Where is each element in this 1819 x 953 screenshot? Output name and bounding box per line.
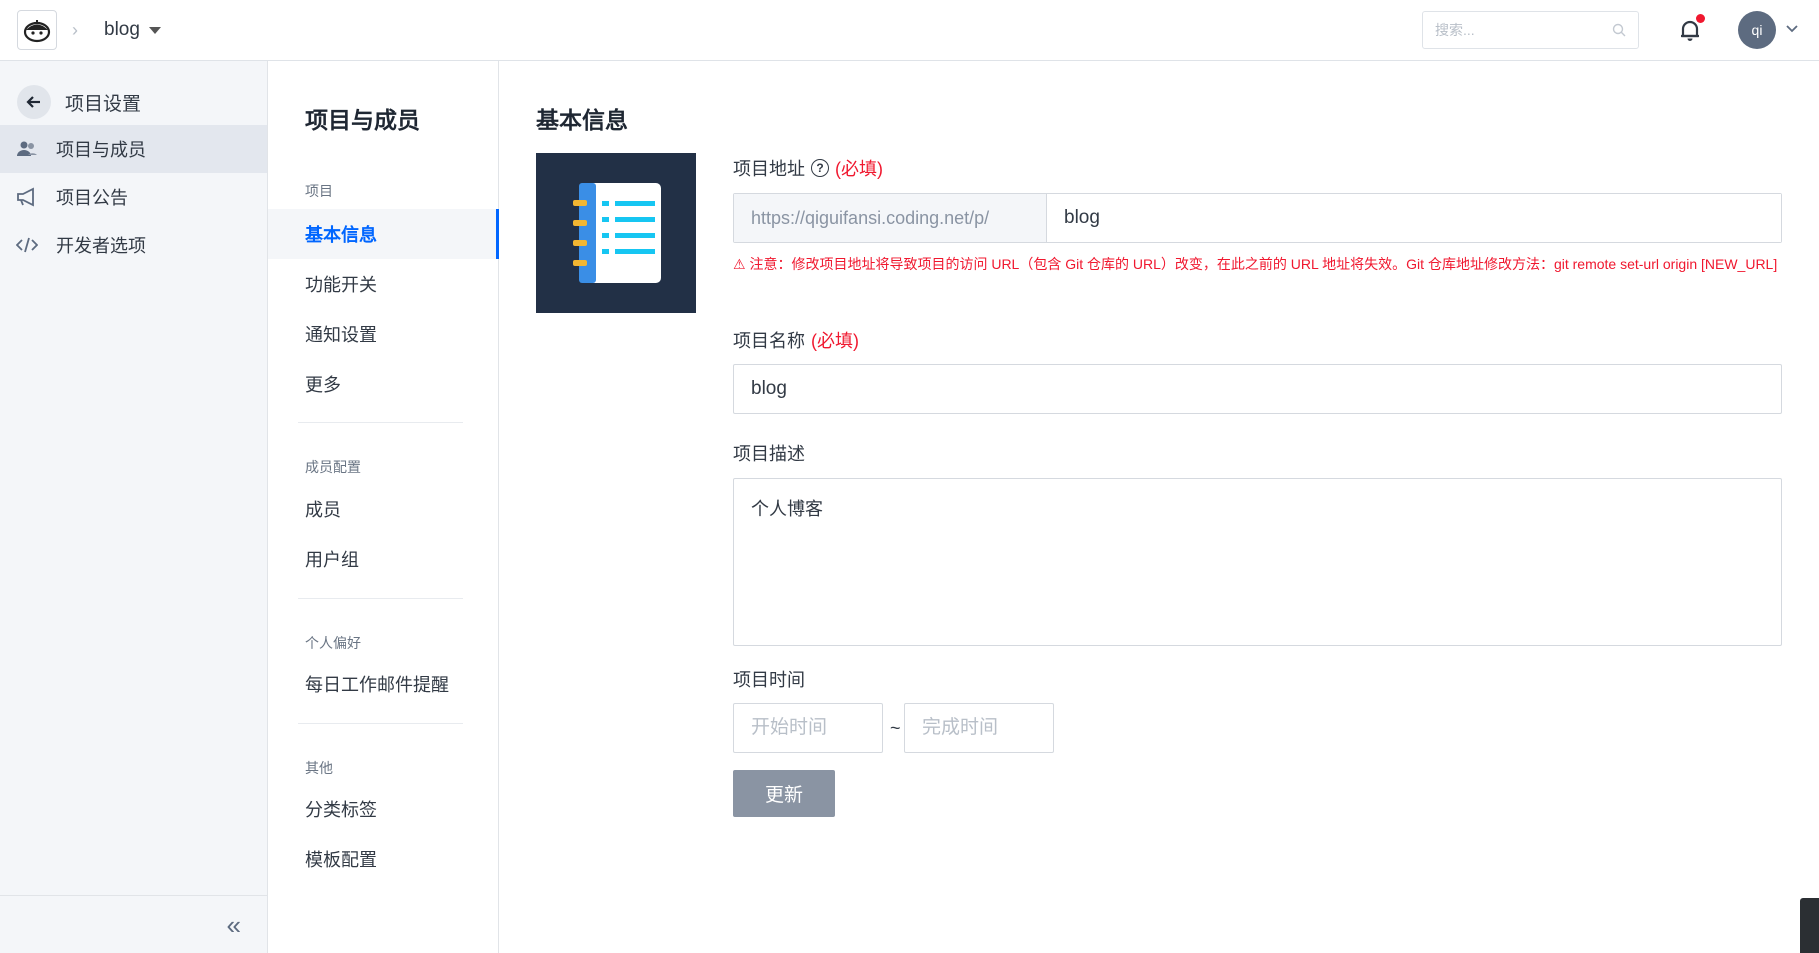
project-address-label: 项目地址 ? (必填): [733, 155, 883, 181]
project-switcher-label: blog: [104, 19, 140, 40]
subnav-item-notifications[interactable]: 通知设置: [268, 309, 499, 359]
date-range-separator: ~: [890, 718, 901, 738]
end-date-input[interactable]: [904, 703, 1054, 753]
url-prefix: https://qiguifansi.coding.net/p/: [734, 194, 1047, 242]
required-marker: (必填): [811, 331, 859, 351]
notification-bell-icon[interactable]: [1677, 14, 1705, 43]
required-marker: (必填): [835, 159, 883, 179]
address-warning: ⚠ 注意：修改项目地址将导致项目的访问 URL（包含 Git 仓库的 URL）改…: [733, 256, 1778, 272]
subnav-title: 项目与成员: [305, 107, 420, 133]
project-address-field: https://qiguifansi.coding.net/p/: [733, 193, 1782, 243]
sidebar-item-developer[interactable]: 开发者选项: [0, 221, 267, 269]
sidebar-item-label: 开发者选项: [56, 236, 146, 256]
scroll-handle[interactable]: [1800, 898, 1819, 953]
field-label: 项目名称: [733, 331, 805, 351]
subnav-item-user-groups[interactable]: 用户组: [268, 534, 499, 584]
caret-down-icon: [148, 26, 161, 34]
project-name-label: 项目名称 (必填): [733, 327, 859, 353]
project-icon[interactable]: [536, 153, 696, 313]
subnav-group-label: 成员配置: [305, 459, 361, 475]
code-icon: [16, 237, 38, 253]
start-date-input[interactable]: [733, 703, 883, 753]
subnav-group-label: 其他: [305, 760, 333, 776]
sidebar-footer: «: [0, 895, 267, 953]
sidebar-item-announcements[interactable]: 项目公告: [0, 173, 267, 221]
subnav-item-basic-info[interactable]: 基本信息: [268, 209, 499, 259]
subnav-item-members[interactable]: 成员: [268, 484, 499, 534]
collapse-sidebar-icon[interactable]: «: [227, 910, 241, 941]
avatar[interactable]: qi: [1738, 11, 1776, 49]
help-icon[interactable]: ?: [811, 159, 829, 177]
subnav-item-feature-toggles[interactable]: 功能开关: [268, 259, 499, 309]
top-bar: › blog qi: [0, 0, 1819, 61]
subnav-group-label: 项目: [305, 183, 333, 199]
project-switcher[interactable]: blog: [104, 19, 161, 41]
subnav-item-more[interactable]: 更多: [268, 359, 499, 409]
project-time-label: 项目时间: [733, 666, 805, 692]
settings-sidebar: 项目设置 项目与成员 项目公告 开发者选项 «: [0, 61, 268, 953]
subnav-item-daily-email[interactable]: 每日工作邮件提醒: [268, 659, 499, 709]
search-icon[interactable]: [1612, 23, 1626, 37]
back-arrow-icon[interactable]: [17, 85, 51, 119]
notebook-icon: [573, 183, 661, 283]
subnav-item-templates[interactable]: 模板配置: [268, 834, 499, 884]
field-label: 项目时间: [733, 670, 805, 690]
project-address-input[interactable]: [1047, 194, 1781, 242]
notification-dot: [1696, 14, 1705, 23]
field-label: 项目描述: [733, 444, 805, 464]
megaphone-icon: [17, 187, 34, 207]
sidebar-title: 项目设置: [65, 93, 142, 115]
sidebar-item-label: 项目与成员: [56, 140, 146, 160]
settings-subnav: 项目与成员 项目 基本信息 功能开关 通知设置 更多 成员配置 成员 用户组 个…: [268, 61, 499, 953]
subnav-divider: [298, 598, 463, 599]
sidebar-item-label: 项目公告: [56, 188, 128, 208]
subnav-item-tags[interactable]: 分类标签: [268, 784, 499, 834]
project-description-textarea[interactable]: 个人博客: [733, 478, 1782, 646]
project-name-input[interactable]: [733, 364, 1782, 414]
page-title: 基本信息: [536, 107, 628, 133]
sidebar-item-members[interactable]: 项目与成员: [0, 125, 267, 173]
sidebar-header: 项目设置: [17, 85, 141, 119]
chevron-down-icon[interactable]: [1786, 25, 1798, 33]
search-box[interactable]: [1422, 11, 1639, 49]
field-label: 项目地址: [733, 159, 805, 179]
breadcrumb-chevron-icon: ›: [72, 20, 78, 40]
subnav-group-label: 个人偏好: [305, 635, 361, 651]
search-input[interactable]: [1435, 22, 1595, 38]
subnav-divider: [298, 422, 463, 423]
update-button[interactable]: 更新: [733, 770, 835, 817]
coding-logo-icon[interactable]: [17, 10, 57, 50]
project-description-label: 项目描述: [733, 440, 805, 466]
subnav-divider: [298, 723, 463, 724]
members-icon: [17, 141, 37, 156]
